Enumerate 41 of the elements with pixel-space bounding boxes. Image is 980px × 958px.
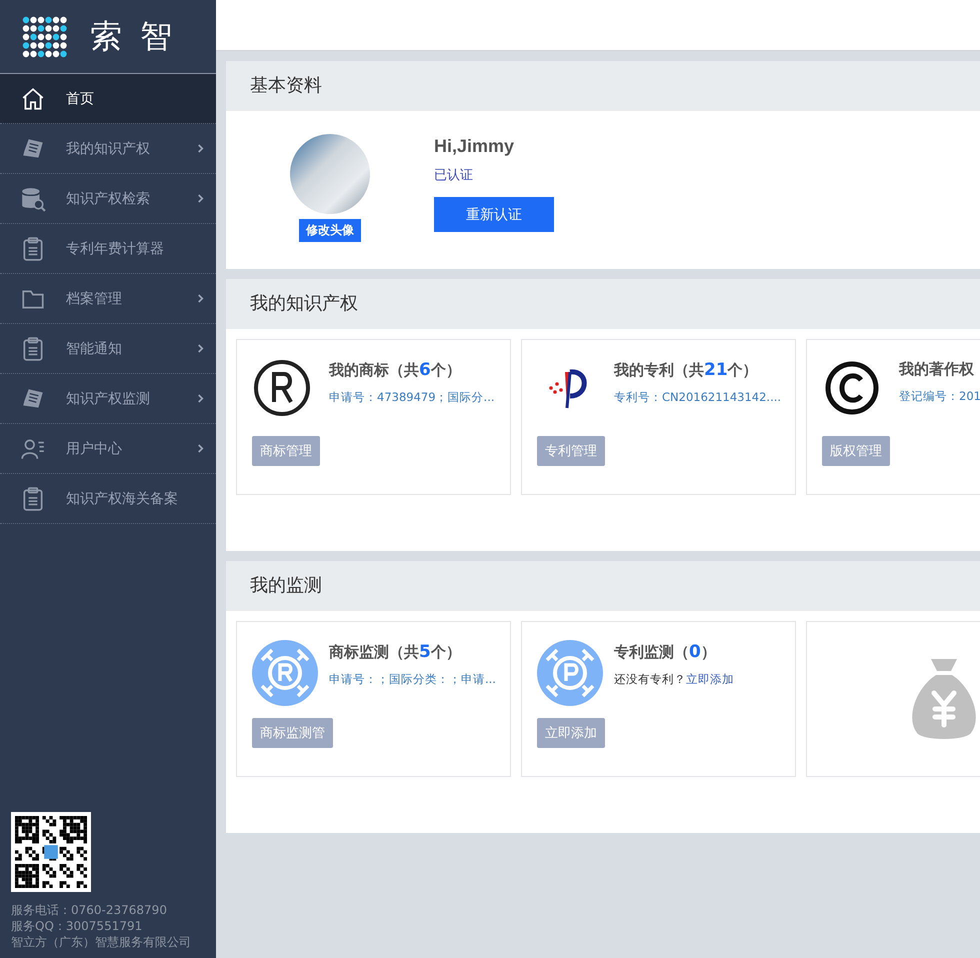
logo-text: 索 智 (90, 16, 176, 56)
nav-item[interactable]: 用户中心 (0, 424, 216, 474)
nav-item[interactable]: 知识产权监测 (0, 374, 216, 424)
database-search-icon (20, 186, 46, 212)
contact-text: 服务QQ：3007551791 (11, 918, 144, 934)
contact-text: 服务电话：0760-23768790 (11, 902, 168, 918)
nav-item[interactable]: 档案管理 (0, 274, 216, 324)
card-detail: 登记编号：201 (899, 389, 980, 404)
section-title: 基本资料 (226, 61, 980, 111)
nav-item[interactable]: 知识产权检索 (0, 174, 216, 224)
manage-button[interactable]: 商标管理 (252, 436, 320, 466)
card-detail: 申请号：；国际分类：；申请... (329, 672, 496, 687)
patent-monitor-icon (537, 640, 603, 706)
manage-button[interactable]: 专利管理 (537, 436, 605, 466)
card-title: 专利监测（0） (614, 642, 717, 662)
manage-button[interactable]: 商标监测管 (252, 718, 333, 748)
change-avatar-button[interactable]: 修改头像 (299, 219, 361, 242)
home-icon (20, 86, 46, 112)
card-detail: 申请号：47389479；国际分... (329, 390, 494, 405)
verified-status: 已认证 (434, 167, 473, 184)
card-note: 还没有专利？ (614, 672, 686, 686)
card-title: 我的专利（共21个） (614, 360, 759, 380)
contact-text: 智立方（广东）智慧服务有限公司 (11, 934, 192, 950)
section-title: 我的监测 (226, 561, 980, 611)
card-title: 我的著作权 (899, 360, 975, 379)
nav-item[interactable]: 专利年费计算器 (0, 224, 216, 274)
nav-item[interactable]: 我的知识产权 (0, 124, 216, 174)
nav-item[interactable]: 知识产权海关备案 (0, 474, 216, 524)
manage-button[interactable]: 立即添加 (537, 718, 605, 748)
manage-button[interactable]: 版权管理 (822, 436, 890, 466)
greeting: Hi,Jimmy (434, 136, 514, 157)
nav-item[interactable]: 智能通知 (0, 324, 216, 374)
reverify-button[interactable]: 重新认证 (434, 197, 554, 232)
section-title: 我的知识产权 (226, 279, 980, 329)
card-detail: 专利号：CN201621143142.... (614, 390, 782, 405)
nav-item[interactable]: 首页 (0, 74, 216, 124)
card-title: 商标监测（共5个） (329, 642, 462, 662)
registered-mark-icon (252, 358, 312, 418)
add-link[interactable]: 立即添加 (686, 672, 734, 686)
card-title: 我的商标（共6个） (329, 360, 462, 380)
trademark-monitor-icon (252, 640, 318, 706)
